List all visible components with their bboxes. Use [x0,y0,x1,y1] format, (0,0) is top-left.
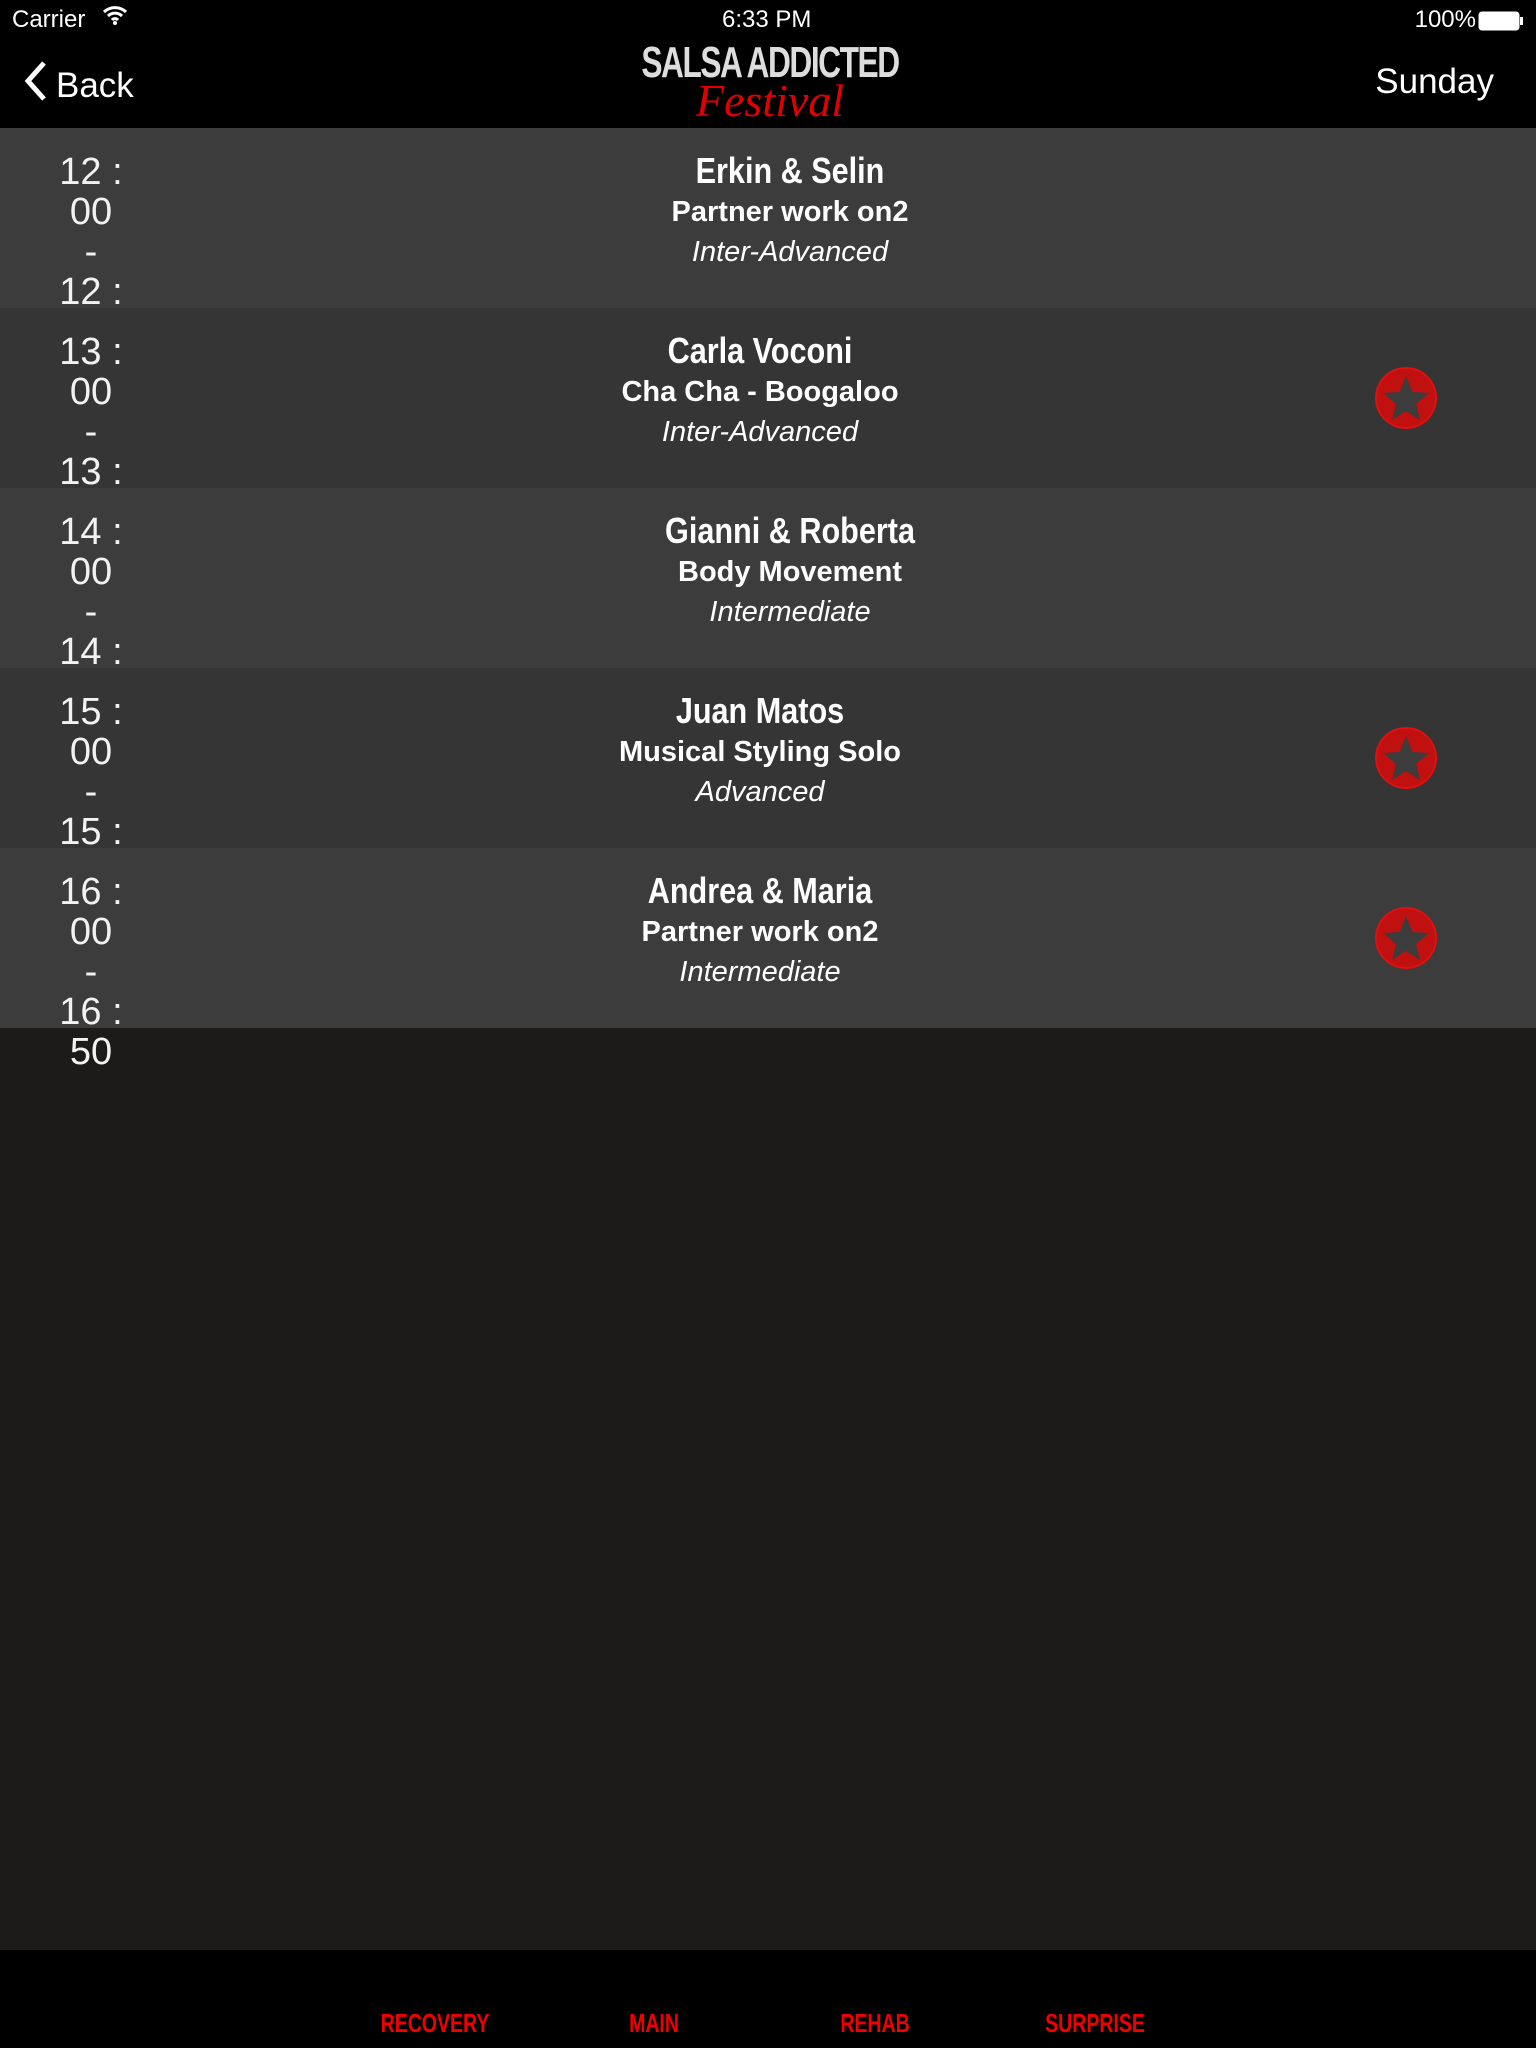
favorite-star-icon[interactable] [1374,726,1438,790]
tab-recovery[interactable]: RECOVERY [360,2008,510,2039]
teacher-name: Juan Matos [675,690,845,731]
class-info: Andrea & Maria Partner work on2 Intermed… [410,870,1110,992]
class-level: Intermediate [709,596,871,628]
start-time: 15 : 00 [59,691,123,773]
class-info: Erkin & Selin Partner work on2 Inter-Adv… [440,150,1140,272]
clock: 6:33 PM [722,6,812,33]
festival-logo: SALSA ADDICTED Festival [630,38,910,128]
back-label: Back [56,65,134,105]
time-range: 16 : 00 - 16 : 50 [36,872,146,1072]
tab-bar: RECOVERY MAIN REHAB SURPRISE [0,1950,1536,2048]
class-title: Body Movement [678,556,902,588]
chevron-left-icon [22,60,48,111]
status-bar: Carrier 6:33 PM 100% [0,0,1536,40]
class-title: Partner work on2 [671,196,909,228]
class-info: Juan Matos Musical Styling Solo Advanced [410,690,1110,812]
class-title: Cha Cha - Boogaloo [621,376,899,408]
class-level: Intermediate [679,956,841,988]
tab-surprise[interactable]: SURPRISE [1020,2008,1170,2039]
class-level: Inter-Advanced [691,236,889,268]
start-time: 13 : 00 [59,331,123,413]
class-info: Carla Voconi Cha Cha - Boogaloo Inter-Ad… [410,330,1110,452]
time-separator: - [84,591,98,633]
tab-rehab[interactable]: REHAB [800,2008,950,2039]
end-time: 16 : 50 [59,991,123,1073]
class-info: Gianni & Roberta Body Movement Intermedi… [440,510,1140,632]
class-title: Musical Styling Solo [619,736,901,768]
class-row[interactable]: 15 : 00 - 15 : 50 Juan Matos Musical Sty… [0,668,1536,892]
teacher-name: Erkin & Selin [695,150,885,191]
start-time: 16 : 00 [59,871,123,953]
start-time: 12 : 00 [59,151,123,233]
wifi-icon [102,4,128,33]
day-label: Sunday [1375,62,1494,101]
battery-icon [1478,10,1524,38]
class-title: Partner work on2 [641,916,879,948]
carrier: Carrier [12,6,86,33]
back-button[interactable]: Back [22,60,134,111]
teacher-name: Gianni & Roberta [665,510,915,551]
favorite-star-icon[interactable] [1374,906,1438,970]
teacher-name: Andrea & Maria [647,870,873,911]
time-separator: - [84,231,98,273]
start-time: 14 : 00 [59,511,123,593]
battery-percent: 100% [1414,6,1476,33]
time-separator: - [84,951,98,993]
navigation-bar: Back SALSA ADDICTED Festival Sunday [0,38,1536,128]
favorite-star-icon[interactable] [1374,366,1438,430]
time-separator: - [84,771,98,813]
class-row[interactable]: 14 : 00 - 14 : 50 Gianni & Roberta Body … [0,488,1536,712]
class-row[interactable]: 12 : 00 - 12 : 50 Erkin & Selin Partner … [0,128,1536,352]
logo-subtitle: Festival [695,75,845,126]
tab-main[interactable]: MAIN [579,2008,729,2039]
time-separator: - [84,411,98,453]
teacher-name: Carla Voconi [667,330,853,371]
class-row[interactable]: 16 : 00 - 16 : 50 Andrea & Maria Partner… [0,848,1536,1072]
class-level: Inter-Advanced [661,416,859,448]
class-level: Advanced [695,776,825,808]
class-row[interactable]: 13 : 00 - 13 : 50 Carla Voconi Cha Cha -… [0,308,1536,532]
